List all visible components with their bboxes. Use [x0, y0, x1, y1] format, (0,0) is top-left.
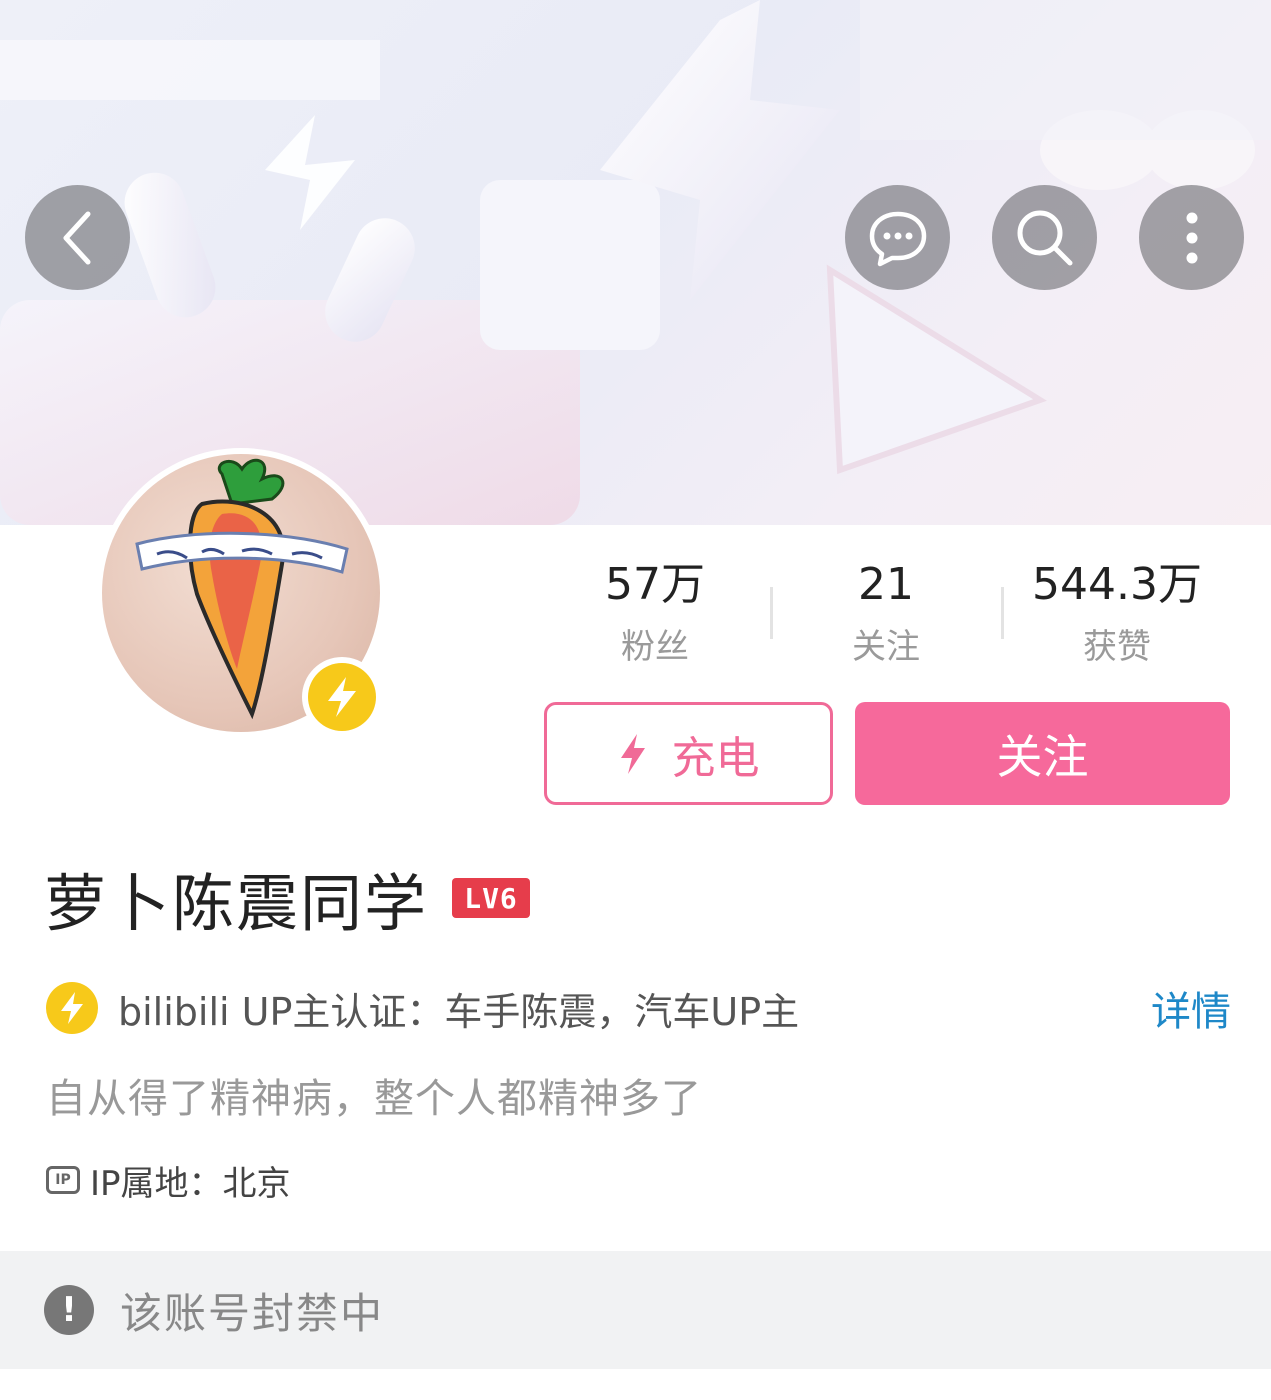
stat-fans[interactable]: 57万 粉丝 [540, 555, 770, 677]
follow-button-label: 关注 [996, 729, 1089, 784]
stat-following[interactable]: 21 关注 [771, 555, 1001, 677]
profile-banner [0, 0, 1271, 525]
username: 萝卜陈震同学 [44, 867, 429, 940]
lightning-icon [61, 992, 83, 1024]
level-badge: LV6 [452, 878, 531, 918]
detail-link[interactable]: 详情 [1151, 979, 1231, 1037]
level-text: LV6 [464, 881, 518, 915]
follow-button[interactable]: 关注 [855, 702, 1230, 805]
stat-value: 21 [858, 559, 914, 610]
ip-location-row: IP IP属地：北京 [46, 1156, 291, 1204]
stat-likes[interactable]: 544.3万 获赞 [1002, 555, 1232, 677]
verification-row: bilibili UP主认证：车手陈震，汽车UP主 详情 [46, 978, 1231, 1038]
stat-value: 544.3万 [1032, 559, 1202, 610]
stat-label: 粉丝 [621, 627, 689, 667]
charge-button-label: 充电 [671, 732, 760, 784]
name-row: 萝卜陈震同学 LV6 [44, 858, 531, 940]
ip-icon: IP [46, 1166, 80, 1194]
profile-stats: 57万 粉丝 21 关注 544.3万 获赞 [540, 555, 1240, 675]
back-button[interactable] [25, 185, 130, 290]
verification-text: bilibili UP主认证：车手陈震，汽车UP主 [118, 989, 800, 1034]
search-button[interactable] [992, 185, 1097, 290]
chat-button[interactable] [845, 185, 950, 290]
stat-value: 57万 [605, 559, 705, 610]
charge-button[interactable]: 充电 [544, 702, 833, 805]
bio-text: 自从得了精神病，整个人都精神多了 [46, 1076, 702, 1122]
search-icon [1017, 210, 1072, 265]
exclamation-icon: ! [44, 1285, 94, 1335]
ip-location-text: IP属地：北京 [90, 1163, 291, 1204]
up-verified-badge [302, 657, 382, 737]
ban-notice-text: 该账号封禁中 [120, 1288, 385, 1338]
more-button[interactable] [1139, 185, 1244, 290]
more-icon [1186, 212, 1197, 263]
back-arrow-icon [63, 211, 90, 264]
up-verified-icon [46, 982, 98, 1034]
chat-icon [869, 211, 926, 266]
account-banned-notice: ! 该账号封禁中 [0, 1251, 1271, 1369]
stat-label: 关注 [852, 627, 920, 667]
lightning-icon [328, 677, 356, 717]
stat-label: 获赞 [1083, 627, 1151, 667]
lightning-icon [620, 733, 645, 774]
